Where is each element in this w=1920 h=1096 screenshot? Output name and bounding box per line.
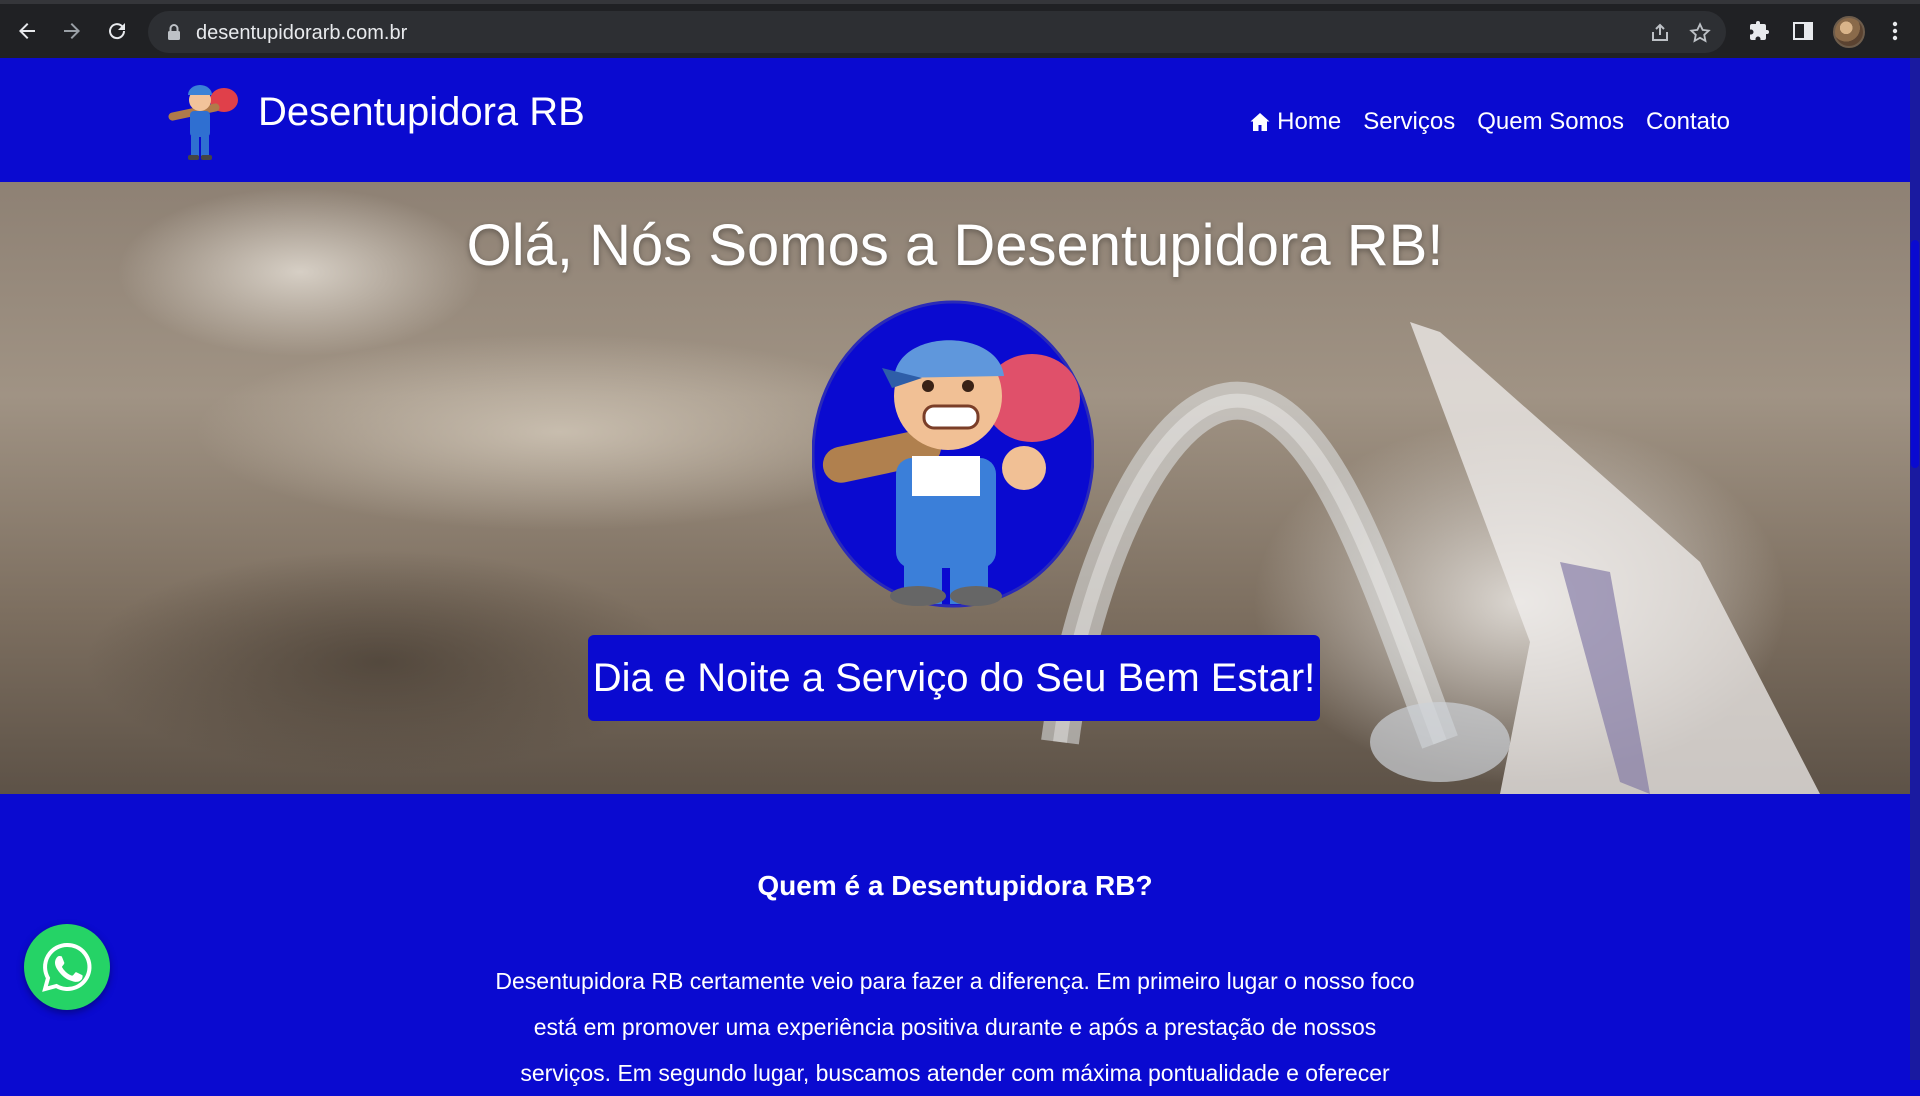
- about-section: Quem é a Desentupidora RB? Desentupidora…: [0, 794, 1910, 1086]
- about-line: Desentupidora RB certamente veio para fa…: [495, 968, 1415, 994]
- tagline-text: Dia e Noite a Serviço do Seu Bem Estar!: [592, 655, 1316, 700]
- url-text[interactable]: desentupidorarb.com.br: [196, 22, 407, 45]
- tagline-banner: Dia e Noite a Serviço do Seu Bem Estar!: [588, 635, 1320, 721]
- hero-title: Olá, Nós Somos a Desentupidora RB!: [466, 213, 1444, 278]
- logo-mascot-icon[interactable]: [162, 78, 240, 162]
- nav-home-label: Home: [1277, 108, 1342, 135]
- nav-contato-label: Contato: [1645, 108, 1730, 135]
- star-icon[interactable]: [1688, 22, 1712, 44]
- whatsapp-button[interactable]: [24, 924, 110, 1010]
- main-nav: Home Serviços Quem Somos Contato: [1249, 108, 1730, 136]
- about-line: está em promover uma experiência positiv…: [533, 1014, 1377, 1040]
- site-header: Desentupidora RB Home Serviços Quem Somo…: [0, 58, 1910, 182]
- nav-home[interactable]: Home: [1249, 108, 1341, 136]
- extensions-icon[interactable]: [1744, 16, 1774, 46]
- nav-contato[interactable]: Contato: [1646, 108, 1730, 136]
- scrollbar-thumb[interactable]: [1911, 240, 1919, 468]
- site-brand[interactable]: Desentupidora RB: [258, 90, 585, 135]
- whatsapp-icon: [42, 942, 92, 992]
- lock-icon[interactable]: [166, 23, 182, 41]
- reload-icon[interactable]: [100, 14, 134, 48]
- address-bar[interactable]: desentupidorarb.com.br: [148, 11, 1726, 53]
- share-icon[interactable]: [1648, 22, 1672, 44]
- hero-mascot-icon: [811, 298, 1095, 608]
- about-text: Desentupidora RB certamente veio para fa…: [495, 958, 1415, 1096]
- nav-servicos[interactable]: Serviços: [1363, 108, 1455, 136]
- menu-icon[interactable]: [1880, 16, 1910, 46]
- page-scrollbar[interactable]: [1910, 58, 1920, 1080]
- about-title: Quem é a Desentupidora RB?: [757, 870, 1153, 901]
- nav-quem-somos[interactable]: Quem Somos: [1477, 108, 1624, 136]
- nav-quem-somos-label: Quem Somos: [1477, 108, 1624, 135]
- home-icon: [1250, 113, 1270, 131]
- browser-toolbar: desentupidorarb.com.br: [0, 0, 1920, 58]
- forward-icon[interactable]: [55, 14, 89, 48]
- side-panel-icon[interactable]: [1788, 16, 1818, 46]
- hero-banner: Olá, Nós Somos a Desentupidora RB! Dia e…: [0, 182, 1910, 794]
- nav-servicos-label: Serviços: [1363, 108, 1456, 135]
- profile-avatar[interactable]: [1833, 16, 1865, 48]
- about-line: serviços. Em segundo lugar, buscamos ate…: [520, 1060, 1390, 1086]
- back-icon[interactable]: [10, 14, 44, 48]
